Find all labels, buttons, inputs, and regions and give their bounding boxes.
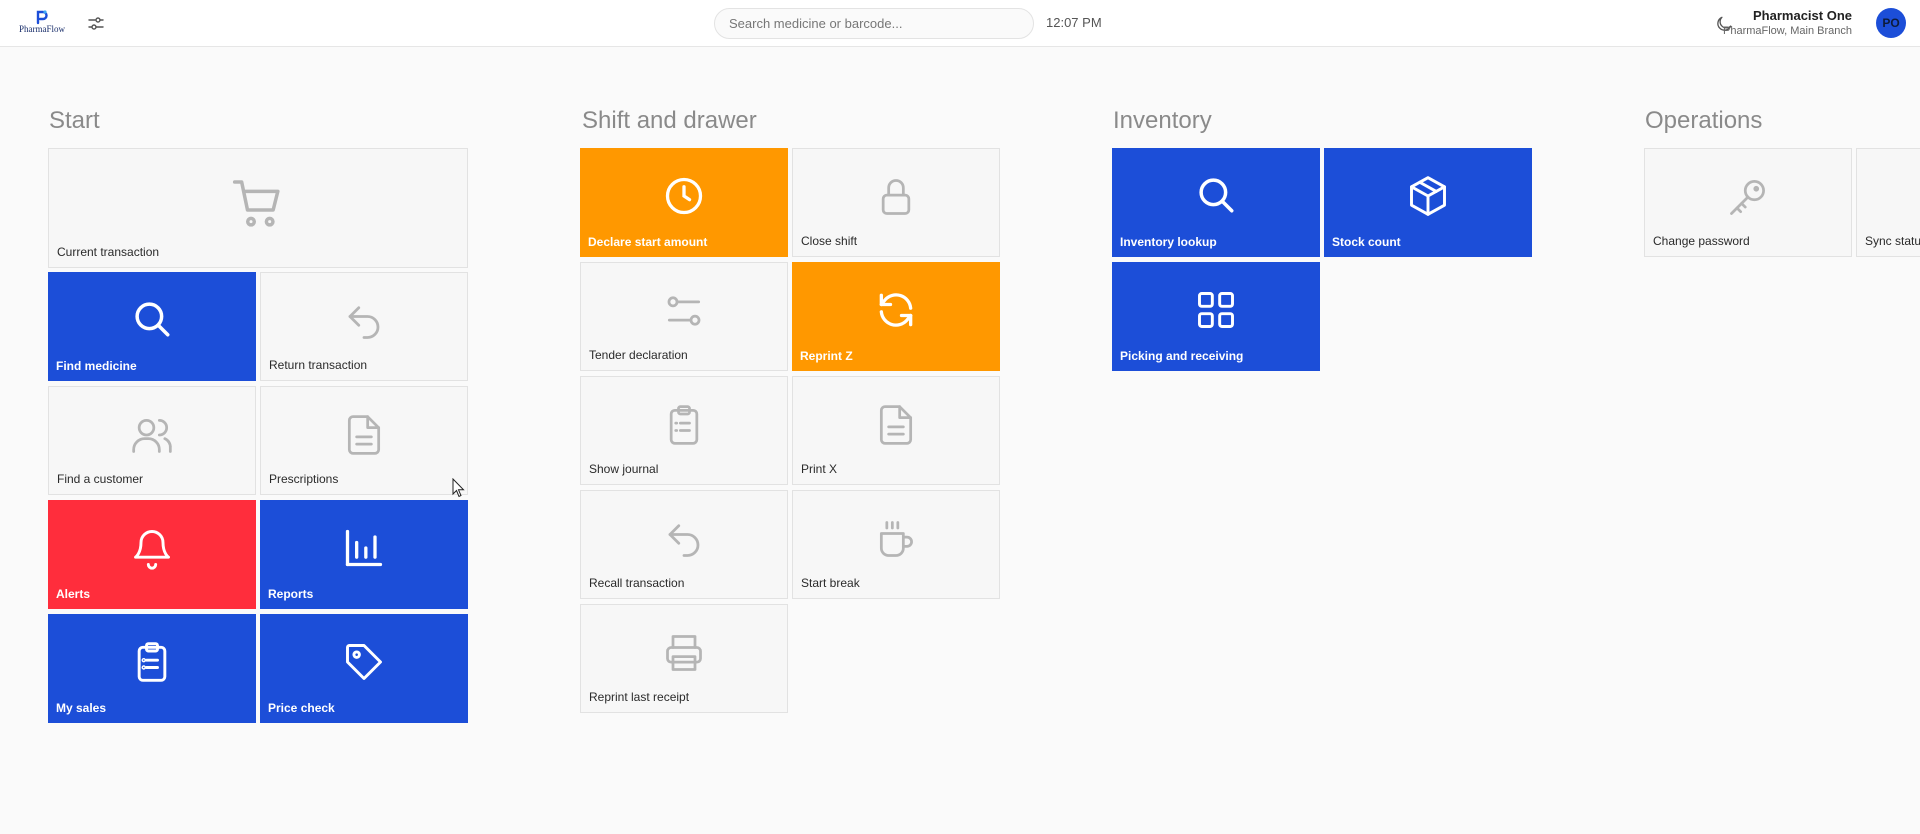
tile-return-transaction[interactable]: Return transaction	[260, 272, 468, 381]
tile-alerts[interactable]: Alerts	[48, 500, 256, 609]
users-icon	[132, 418, 172, 453]
tile-stock-count[interactable]: Stock count	[1324, 148, 1532, 257]
tile-label: Picking and receiving	[1120, 349, 1244, 363]
tag-icon	[346, 644, 382, 680]
tile-label: Print X	[801, 462, 838, 476]
section-title-inventory: Inventory	[1113, 107, 1212, 134]
box-icon	[1410, 176, 1446, 216]
tile-close-shift[interactable]: Close shift	[792, 148, 1000, 257]
tile-label: Recall transaction	[589, 576, 685, 590]
section-title-shift: Shift and drawer	[582, 107, 757, 134]
user-name: Pharmacist One	[1753, 8, 1852, 23]
tile-label: Find a customer	[57, 472, 144, 486]
tile-reprint-z[interactable]: Reprint Z	[792, 262, 1000, 371]
bar-chart-icon	[345, 529, 383, 567]
tile-label: Start break	[801, 576, 860, 590]
tile-current-transaction[interactable]: Current transaction	[48, 148, 468, 268]
undo-icon	[668, 524, 700, 557]
top-bar: PharmaFlow 12:07 PM Pharmacist One Pharm…	[0, 0, 1920, 47]
tile-change-password[interactable]: Change password	[1644, 148, 1852, 257]
tile-label: Price check	[268, 701, 335, 715]
clipboard-list-icon	[137, 642, 167, 682]
key-icon	[1730, 180, 1765, 215]
tile-inventory-lookup[interactable]: Inventory lookup	[1112, 148, 1320, 257]
tile-prescriptions[interactable]: Prescriptions	[260, 386, 468, 495]
tile-label: Tender declaration	[589, 348, 688, 362]
tile-print-x[interactable]: Print X	[792, 376, 1000, 485]
tile-label: Prescriptions	[269, 472, 339, 486]
clock-icon	[665, 177, 703, 215]
filter-settings-button[interactable]	[86, 14, 106, 34]
tile-label: Show journal	[589, 462, 659, 476]
sliders-icon	[88, 17, 104, 30]
tile-sync-status[interactable]: Sync status	[1856, 148, 1920, 257]
tile-start-break[interactable]: Start break	[792, 490, 1000, 599]
grid-icon	[1198, 292, 1234, 328]
tile-label: Inventory lookup	[1120, 235, 1217, 249]
cart-icon	[232, 180, 280, 227]
coffee-cup-icon	[879, 521, 913, 557]
sliders-icon	[667, 296, 701, 326]
clock-time: 12:07 PM	[1046, 15, 1102, 30]
tile-label: Change password	[1653, 234, 1750, 248]
tile-label: Find medicine	[56, 359, 137, 373]
search-icon	[1199, 178, 1234, 213]
bell-icon	[134, 530, 170, 570]
tile-reports[interactable]: Reports	[260, 500, 468, 609]
user-branch: PharmaFlow, Main Branch	[1723, 25, 1852, 37]
user-info[interactable]: Pharmacist One PharmaFlow, Main Branch	[1723, 8, 1852, 38]
tile-show-journal[interactable]: Show journal	[580, 376, 788, 485]
logo-icon	[36, 10, 48, 25]
search-input[interactable]	[714, 8, 1034, 39]
tile-label: Sync status	[1865, 234, 1920, 248]
tile-reprint-last-receipt[interactable]: Reprint last receipt	[580, 604, 788, 713]
tile-price-check[interactable]: Price check	[260, 614, 468, 723]
tile-picking-receiving[interactable]: Picking and receiving	[1112, 262, 1320, 371]
section-title-operations: Operations	[1645, 107, 1763, 134]
tile-label: Reprint Z	[800, 349, 853, 363]
printer-icon	[666, 635, 702, 671]
tile-label: Stock count	[1332, 235, 1401, 249]
tile-label: Declare start amount	[588, 235, 708, 249]
avatar[interactable]: PO	[1876, 8, 1906, 38]
lock-icon	[881, 179, 911, 215]
tile-label: Current transaction	[57, 245, 160, 259]
search-icon	[135, 302, 170, 337]
tile-tender-declaration[interactable]: Tender declaration	[580, 262, 788, 371]
undo-icon	[348, 306, 380, 339]
tile-label: Return transaction	[269, 358, 368, 372]
document-icon	[347, 415, 381, 455]
clipboard-list-icon	[669, 405, 699, 445]
tile-label: Alerts	[56, 587, 91, 601]
refresh-icon	[879, 293, 913, 327]
tile-label: Reports	[268, 587, 314, 601]
tile-label: Reprint last receipt	[589, 690, 690, 704]
tile-label: Close shift	[801, 234, 858, 248]
document-icon	[879, 405, 913, 445]
logo-text: PharmaFlow	[19, 24, 65, 34]
tile-find-customer[interactable]: Find a customer	[48, 386, 256, 495]
tile-declare-start-amount[interactable]: Declare start amount	[580, 148, 788, 257]
tile-label: My sales	[56, 701, 107, 715]
app-logo[interactable]: PharmaFlow	[16, 9, 68, 39]
section-title-start: Start	[49, 107, 100, 134]
tile-find-medicine[interactable]: Find medicine	[48, 272, 256, 381]
tile-my-sales[interactable]: My sales	[48, 614, 256, 723]
tile-recall-transaction[interactable]: Recall transaction	[580, 490, 788, 599]
mouse-cursor-icon	[452, 478, 465, 498]
